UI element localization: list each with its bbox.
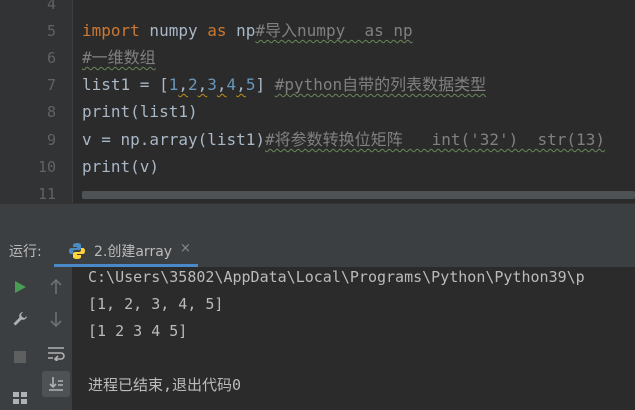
console-line: [1, 2, 3, 4, 5] (88, 295, 224, 313)
number-literal: 1 (168, 75, 179, 94)
tab-run-config[interactable]: 2.创建array × (54, 233, 198, 267)
comma: , (216, 75, 227, 94)
code-line-6[interactable]: #一维数组 (82, 48, 156, 68)
keyword: import (82, 21, 140, 40)
number-literal: 4 (226, 75, 237, 94)
console-line: C:\Users\35802\AppData\Local\Programs\Py… (88, 268, 585, 286)
code-line-8[interactable]: print(list1) (82, 102, 198, 122)
comma: , (236, 75, 246, 94)
alias-name: np (226, 21, 256, 40)
arrow-up-icon[interactable] (44, 277, 68, 297)
line-number: 10 (37, 158, 56, 176)
run-label: 运行: (9, 244, 42, 260)
run-console-output[interactable]: C:\Users\35802\AppData\Local\Programs\Py… (72, 267, 635, 410)
run-toolwindow-header: 运行: 2.创建array × (0, 233, 635, 267)
keyword: as (207, 21, 227, 40)
code-line-10[interactable]: print(v) (82, 157, 159, 177)
code-comment: #将参数转换位矩阵 int('32') str(13) (265, 130, 605, 149)
run-side-toolbar (0, 267, 40, 410)
comma: , (197, 75, 208, 94)
gutter-separator (72, 0, 73, 203)
code-line-9[interactable]: v = np.array(list1)#将参数转换位矩阵 int('32') s… (82, 130, 605, 150)
stop-icon[interactable] (10, 347, 30, 367)
code-text: print(v) (82, 157, 160, 176)
run-icon[interactable] (10, 277, 30, 297)
code-editor[interactable]: 4 5 6 7 8 9 10 11 import numpy as np#导入n… (0, 0, 635, 203)
code-line-5[interactable]: import numpy as np#导入numpy as np (82, 21, 413, 41)
code-text: list1 = [ (82, 75, 169, 94)
wrench-icon[interactable] (10, 309, 30, 329)
line-number: 11 (37, 185, 56, 203)
code-line-7[interactable]: list1 = [1,2,3,4,5] #python自带的列表数据类型 (82, 75, 486, 95)
tab-run-config-label: 2.创建array (94, 244, 173, 260)
code-comment: #导入numpy as np (255, 21, 413, 40)
module-name: numpy (139, 21, 208, 40)
layout-icon[interactable] (10, 387, 30, 407)
code-comment: #一维数组 (82, 48, 156, 67)
console-line: 进程已结束,退出代码0 (88, 376, 242, 394)
panel-splitter[interactable] (0, 203, 635, 234)
line-number: 7 (46, 76, 56, 94)
console-line: [1 2 3 4 5] (88, 322, 188, 340)
line-number-gutter: 4 5 6 7 8 9 10 11 (0, 0, 72, 203)
number-literal: 3 (207, 75, 217, 94)
arrow-down-icon[interactable] (44, 309, 68, 329)
horizontal-scrollbar[interactable] (82, 191, 635, 199)
comma: , (178, 75, 188, 94)
line-number: 9 (46, 131, 56, 149)
line-number: 6 (46, 49, 56, 67)
scroll-to-end-icon[interactable] (42, 371, 70, 397)
code-comment: #python自带的列表数据类型 (274, 75, 487, 94)
line-number: 5 (46, 22, 56, 40)
number-literal: 2 (187, 75, 198, 94)
console-side-toolbar (40, 267, 72, 410)
line-number: 8 (46, 103, 56, 121)
close-icon[interactable]: × (180, 241, 191, 256)
code-text: v = np.array(list1) (82, 130, 266, 149)
soft-wrap-icon[interactable] (44, 343, 68, 363)
code-text: print(list1) (82, 102, 198, 121)
code-text: ] (255, 75, 275, 94)
python-icon (69, 243, 85, 259)
line-number: 4 (46, 0, 56, 13)
